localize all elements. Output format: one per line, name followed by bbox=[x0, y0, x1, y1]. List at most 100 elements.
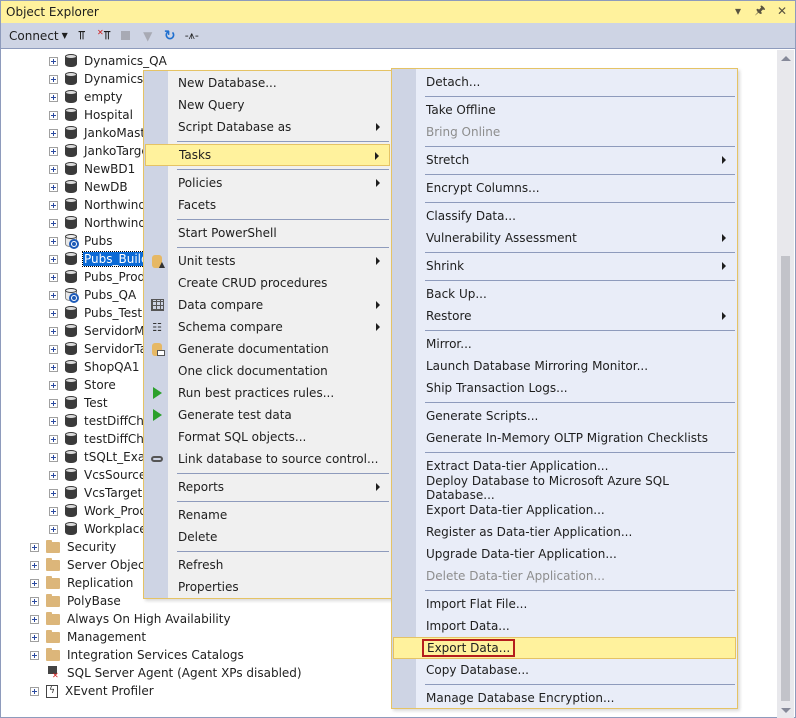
expand-icon[interactable] bbox=[49, 74, 58, 84]
tree-item-server-node[interactable]: Server Objects bbox=[30, 556, 157, 574]
menu-item-generate-documentation[interactable]: Generate documentation bbox=[145, 338, 390, 360]
expand-icon[interactable] bbox=[49, 218, 58, 228]
expand-icon[interactable] bbox=[49, 92, 58, 102]
expand-icon[interactable] bbox=[49, 182, 58, 192]
menu-item-schema-compare[interactable]: ☷ Schema compare bbox=[145, 316, 390, 338]
tree-item-label[interactable]: Workplace bbox=[83, 522, 148, 536]
expand-icon[interactable] bbox=[49, 452, 58, 462]
menu-item-run-best-practices-rules[interactable]: Run best practices rules... bbox=[145, 382, 390, 404]
expand-icon[interactable] bbox=[49, 434, 58, 444]
tree-item-label[interactable]: XEvent Profiler bbox=[64, 684, 155, 698]
expand-icon[interactable] bbox=[30, 650, 39, 660]
menu-item-back-up[interactable]: Back Up... bbox=[393, 283, 736, 305]
menu-item-one-click-documentation[interactable]: One click documentation bbox=[145, 360, 390, 382]
tree-item-label[interactable]: Pubs_Test bbox=[83, 306, 143, 320]
tree-item-label[interactable]: Pubs bbox=[83, 234, 114, 248]
menu-item-export-data[interactable]: Export Data... bbox=[393, 637, 736, 659]
menu-item-vulnerability-assessment[interactable]: Vulnerability Assessment bbox=[393, 227, 736, 249]
expand-icon[interactable] bbox=[49, 470, 58, 480]
menu-item-export-data-tier-application[interactable]: Export Data-tier Application... bbox=[393, 499, 736, 521]
menu-item-generate-in-memory-oltp-migration-checklists[interactable]: Generate In-Memory OLTP Migration Checkl… bbox=[393, 427, 736, 449]
tree-item-database[interactable]: VcsSource bbox=[49, 466, 147, 484]
menu-item-take-offline[interactable]: Take Offline bbox=[393, 99, 736, 121]
tree-item-label[interactable]: Pubs_QA bbox=[83, 288, 137, 302]
tree-item-label[interactable]: Hospital bbox=[83, 108, 134, 122]
tree-item-server-node[interactable]: SQL Server Agent (Agent XPs disabled) bbox=[30, 664, 303, 682]
menu-item-format-sql-objects[interactable]: Format SQL objects... bbox=[145, 426, 390, 448]
tree-item-label[interactable]: NewDB bbox=[83, 180, 129, 194]
expand-icon[interactable] bbox=[49, 326, 58, 336]
refresh-icon[interactable]: ↻ bbox=[162, 28, 178, 44]
tree-item-database[interactable]: Hospital bbox=[49, 106, 134, 124]
scroll-down-arrow-icon[interactable] bbox=[777, 702, 794, 718]
tree-item-label[interactable]: Work_Prod bbox=[83, 504, 148, 518]
tree-item-label[interactable]: empty bbox=[83, 90, 124, 104]
vertical-scrollbar[interactable] bbox=[777, 50, 794, 718]
menu-item-start-powershell[interactable]: Start PowerShell bbox=[145, 222, 390, 244]
tree-item-server-node[interactable]: Replication bbox=[30, 574, 134, 592]
menu-item-ship-transaction-logs[interactable]: Ship Transaction Logs... bbox=[393, 377, 736, 399]
tree-item-database[interactable]: Pubs_Build bbox=[49, 250, 151, 268]
tree-item-label[interactable]: JankoTarge bbox=[83, 144, 150, 158]
menu-item-delete[interactable]: Delete bbox=[145, 526, 390, 548]
menu-item-facets[interactable]: Facets bbox=[145, 194, 390, 216]
menu-item-generate-test-data[interactable]: Generate test data bbox=[145, 404, 390, 426]
menu-item-link-database-to-source-control[interactable]: Link database to source control... bbox=[145, 448, 390, 470]
tree-item-label[interactable]: NewBD1 bbox=[83, 162, 136, 176]
expand-icon[interactable] bbox=[30, 596, 39, 606]
tree-item-database[interactable]: VcsTarget bbox=[49, 484, 143, 502]
tree-item-label[interactable]: DynamicsS bbox=[83, 72, 152, 86]
tree-item-database[interactable]: testDiffCha bbox=[49, 412, 152, 430]
expand-icon[interactable] bbox=[30, 578, 39, 588]
tree-item-label[interactable]: Security bbox=[66, 540, 117, 554]
tree-item-label[interactable]: VcsTarget bbox=[83, 486, 143, 500]
menu-item-encrypt-columns[interactable]: Encrypt Columns... bbox=[393, 177, 736, 199]
tree-item-label[interactable]: Store bbox=[83, 378, 117, 392]
expand-icon[interactable] bbox=[49, 380, 58, 390]
dropdown-icon[interactable]: ▾ bbox=[731, 3, 745, 19]
menu-item-rename[interactable]: Rename bbox=[145, 504, 390, 526]
expand-icon[interactable] bbox=[49, 290, 58, 300]
tree-item-database[interactable]: NewDB bbox=[49, 178, 129, 196]
tree-item-server-node[interactable]: Security bbox=[30, 538, 117, 556]
tree-item-database[interactable]: Northwind bbox=[49, 196, 147, 214]
expand-icon[interactable] bbox=[49, 146, 58, 156]
expand-icon[interactable] bbox=[49, 236, 58, 246]
menu-item-register-as-data-tier-application[interactable]: Register as Data-tier Application... bbox=[393, 521, 736, 543]
expand-icon[interactable] bbox=[49, 254, 58, 264]
menu-item-script-database-as[interactable]: Script Database as bbox=[145, 116, 390, 138]
tree-item-label[interactable]: SQL Server Agent (Agent XPs disabled) bbox=[66, 666, 303, 680]
menu-item-properties[interactable]: Properties bbox=[145, 576, 390, 598]
menu-item-shrink[interactable]: Shrink bbox=[393, 255, 736, 277]
tree-item-label[interactable]: Northwind bbox=[83, 198, 147, 212]
expand-icon[interactable] bbox=[49, 488, 58, 498]
expand-icon[interactable] bbox=[49, 128, 58, 138]
tree-item-database[interactable]: Work_Prod bbox=[49, 502, 148, 520]
menu-item-data-compare[interactable]: Data compare bbox=[145, 294, 390, 316]
tree-item-label[interactable]: testDiffCha bbox=[83, 432, 152, 446]
menu-item-stretch[interactable]: Stretch bbox=[393, 149, 736, 171]
menu-item-new-query[interactable]: New Query bbox=[145, 94, 390, 116]
menu-item-detach[interactable]: Detach... bbox=[393, 71, 736, 93]
expand-icon[interactable] bbox=[49, 56, 58, 66]
expand-icon[interactable] bbox=[49, 362, 58, 372]
expand-icon[interactable] bbox=[30, 560, 39, 570]
menu-item-copy-database[interactable]: Copy Database... bbox=[393, 659, 736, 681]
tree-item-label[interactable]: Pubs_Build bbox=[82, 251, 151, 267]
activity-monitor-icon[interactable]: -⩚- bbox=[184, 28, 200, 44]
tree-item-database[interactable]: NewBD1 bbox=[49, 160, 136, 178]
menu-item-mirror[interactable]: Mirror... bbox=[393, 333, 736, 355]
menu-item-deploy-database-to-microsoft-azure-sql-database[interactable]: Deploy Database to Microsoft Azure SQL D… bbox=[393, 474, 736, 502]
tree-item-server-node[interactable]: Integration Services Catalogs bbox=[30, 646, 245, 664]
expand-icon[interactable] bbox=[49, 110, 58, 120]
expand-icon[interactable] bbox=[30, 542, 39, 552]
tree-item-label[interactable]: Always On High Availability bbox=[66, 612, 232, 626]
tree-item-label[interactable]: Replication bbox=[66, 576, 134, 590]
tree-item-database[interactable]: Dynamics_QA bbox=[49, 52, 168, 70]
menu-item-reports[interactable]: Reports bbox=[145, 476, 390, 498]
menu-item-import-flat-file[interactable]: Import Flat File... bbox=[393, 593, 736, 615]
menu-item-manage-database-encryption[interactable]: Manage Database Encryption... bbox=[393, 687, 736, 709]
menu-item-import-data[interactable]: Import Data... bbox=[393, 615, 736, 637]
menu-item-policies[interactable]: Policies bbox=[145, 172, 390, 194]
tree-item-database[interactable]: Pubs_QA bbox=[49, 286, 137, 304]
